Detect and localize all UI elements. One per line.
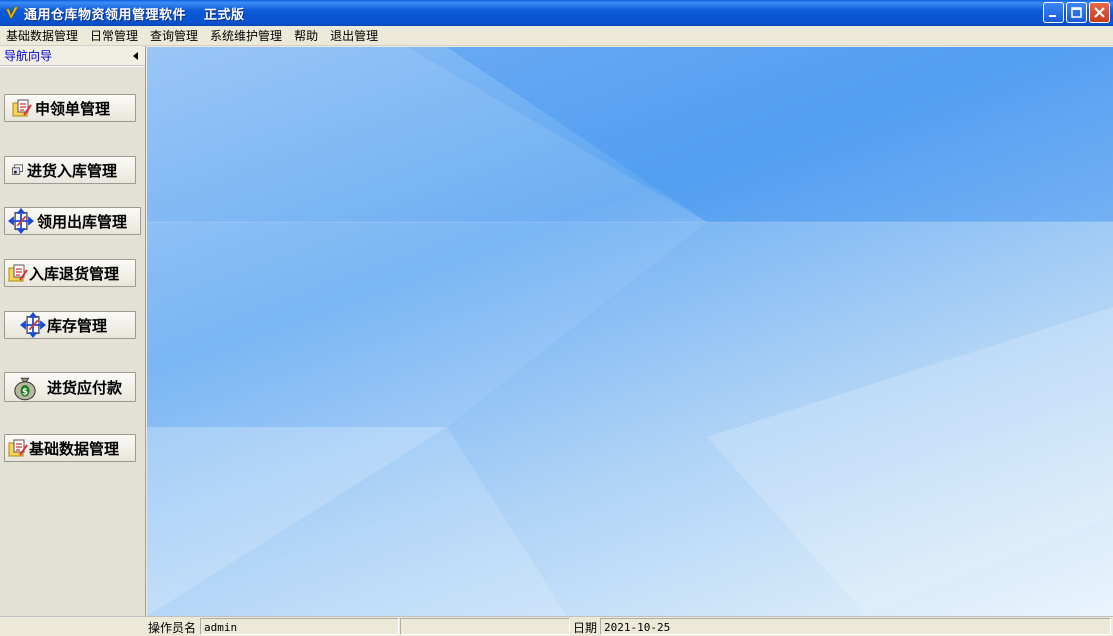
operator-value: admin — [200, 618, 399, 635]
menu-system-maintenance[interactable]: 系统维护管理 — [204, 27, 288, 44]
arrows-cross-icon — [8, 208, 34, 234]
nav-issue-outbound-button[interactable]: 领用出库管理 — [4, 207, 141, 235]
cards-icon — [12, 164, 23, 175]
money-bag-icon: $ — [14, 377, 36, 401]
date-label: 日期 — [573, 621, 598, 635]
folder-edit-icon — [12, 99, 32, 117]
nav-button-label: 进货应付款 — [47, 378, 123, 397]
menu-exit[interactable]: 退出管理 — [324, 27, 384, 44]
nav-header: 导航向导 — [0, 46, 145, 66]
minimize-button[interactable] — [1043, 2, 1064, 23]
svg-text:$: $ — [22, 388, 28, 398]
collapse-arrow-icon[interactable] — [133, 51, 139, 60]
nav-payables-button[interactable]: $ 进货应付款 — [4, 372, 136, 402]
nav-header-title: 导航向导 — [4, 49, 53, 63]
folder-edit-icon — [8, 264, 28, 282]
main-workspace — [147, 47, 1113, 616]
menu-basic-data[interactable]: 基础数据管理 — [0, 27, 84, 44]
nav-button-label: 基础数据管理 — [29, 439, 120, 458]
app-logo-icon — [4, 5, 20, 21]
nav-return-button[interactable]: 入库退货管理 — [4, 259, 136, 287]
minimize-icon — [1049, 15, 1056, 17]
close-button[interactable] — [1089, 2, 1110, 23]
nav-button-label: 入库退货管理 — [29, 264, 120, 283]
nav-basic-data-button[interactable]: 基础数据管理 — [4, 434, 136, 462]
maximize-icon — [1071, 7, 1082, 18]
nav-button-label: 领用出库管理 — [37, 212, 128, 231]
nav-inventory-button[interactable]: 库存管理 — [4, 311, 136, 339]
nav-requisition-button[interactable]: 申领单管理 — [4, 94, 136, 122]
nav-button-label: 库存管理 — [47, 316, 108, 335]
background-pattern — [147, 47, 1113, 616]
menu-help[interactable]: 帮助 — [288, 27, 324, 44]
status-bar: 操作员名 admin 日期 2021-10-25 — [0, 616, 1113, 636]
menu-query[interactable]: 查询管理 — [144, 27, 204, 44]
navigation-sidebar: 导航向导 申领单管理 进货入库管理 领用出库管理 入库退货管理 库存管理 $ 进… — [0, 46, 146, 616]
close-icon — [1094, 7, 1105, 18]
maximize-button[interactable] — [1066, 2, 1087, 23]
nav-button-label: 进货入库管理 — [27, 161, 118, 180]
date-value: 2021-10-25 — [600, 618, 1111, 635]
nav-body: 申领单管理 进货入库管理 领用出库管理 入库退货管理 库存管理 $ 进货应付款 … — [0, 66, 145, 616]
window-edition: 正式版 — [204, 7, 245, 23]
folder-edit-icon — [8, 439, 28, 457]
nav-purchase-inbound-button[interactable]: 进货入库管理 — [4, 156, 136, 184]
nav-button-label: 申领单管理 — [35, 99, 111, 118]
arrows-cross-icon — [20, 312, 46, 338]
title-bar[interactable]: 通用仓库物资领用管理软件 正式版 — [0, 0, 1113, 26]
status-spacer — [400, 618, 570, 635]
window-title: 通用仓库物资领用管理软件 — [24, 7, 187, 23]
operator-label: 操作员名 — [148, 621, 197, 635]
menu-daily[interactable]: 日常管理 — [84, 27, 144, 44]
menu-bar: 基础数据管理 日常管理 查询管理 系统维护管理 帮助 退出管理 — [0, 26, 1113, 46]
